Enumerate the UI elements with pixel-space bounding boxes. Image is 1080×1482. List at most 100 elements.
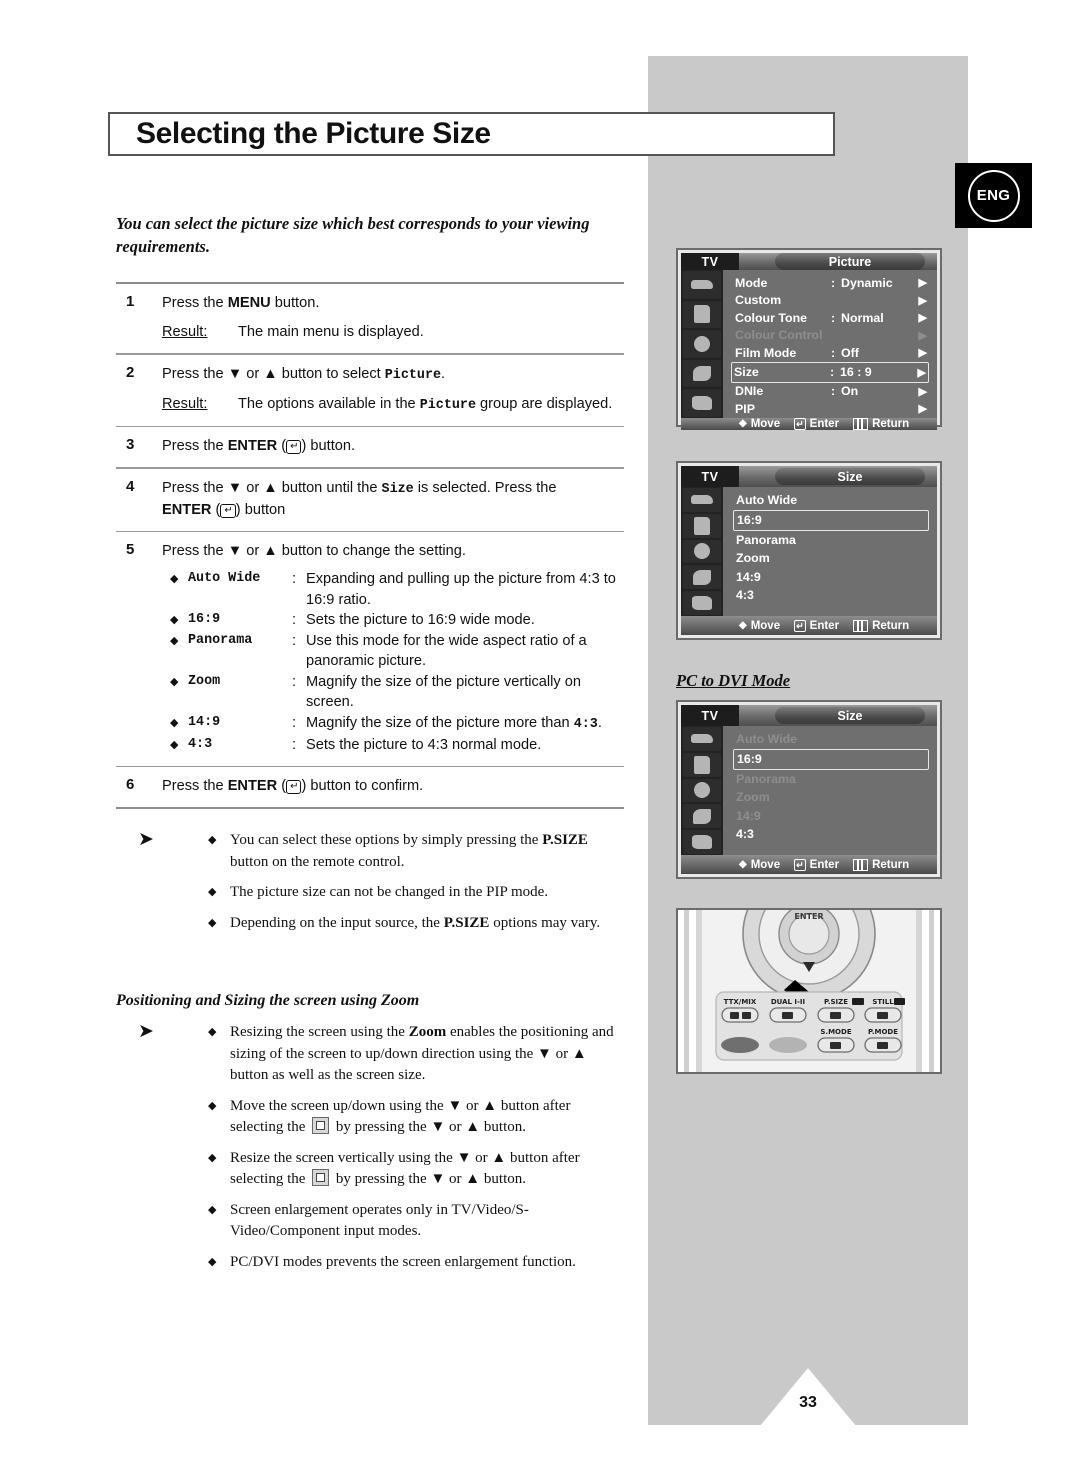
size-option-item: ◆ Zoom : Magnify the size of the picture… (162, 672, 624, 713)
size-option-desc: Sets the picture to 4:3 normal mode. (306, 737, 542, 754)
step-text-mono: Size (381, 481, 414, 497)
input-icon[interactable] (683, 727, 721, 751)
step-text-bold: MENU (227, 295, 271, 311)
osd-size-item-auto-wide[interactable]: Auto Wide (733, 491, 929, 510)
note-item: ➤ ◆ Resizing the screen using the Zoom e… (116, 1022, 626, 1087)
channel-icon[interactable] (683, 804, 721, 829)
size-option-name: 4:3 (188, 737, 213, 753)
step-number: 2 (126, 363, 135, 381)
osd-source-label: TV (681, 253, 739, 270)
osd-size-menu-pcdvi: TV Size Auto Wide 16:9 Panorama Zoom 14:… (676, 700, 942, 879)
setup-icon[interactable] (683, 389, 721, 417)
osd-size-item-16-9[interactable]: 16:9 (733, 748, 929, 770)
diamond-bullet-icon: ◆ (170, 739, 179, 752)
osd-row-colour-control: Colour Control ▶ (733, 327, 929, 345)
osd-row-label: Mode (735, 275, 768, 290)
updown-arrow-icon: ◆ (739, 418, 747, 429)
note-text-pre: You can select these options by simply p… (230, 832, 543, 848)
osd-source-label: TV (681, 466, 739, 487)
osd-title: Size (775, 468, 925, 485)
step-instruction: Press the MENU button. (162, 293, 624, 314)
step-text-mid: is selected. Press the (413, 479, 557, 496)
sound-icon[interactable] (683, 330, 721, 358)
osd-size-item-16-9[interactable]: 16:9 (733, 509, 929, 531)
channel-icon[interactable] (683, 565, 721, 590)
channel-icon[interactable] (683, 359, 721, 387)
setup-icon[interactable] (683, 591, 721, 615)
osd-footer-enter: ↵ Enter (794, 417, 839, 430)
steps-table: 1 Press the MENU button. Result: The mai… (116, 282, 624, 810)
step-body: Press the MENU button. Result: The main … (162, 293, 624, 343)
size-option-item: ◆ Auto Wide : Expanding and pulling up t… (162, 569, 624, 610)
menu-key-icon (853, 858, 869, 871)
size-option-desc: Use this mode for the wide aspect ratio … (306, 632, 587, 670)
language-badge-label: ENG (967, 169, 1020, 222)
osd-size-item-14-9: 14:9 (736, 808, 761, 823)
osd-size-item-zoom[interactable]: Zoom (733, 549, 929, 568)
osd-picture-menu: TV Picture Mode : Dynamic ▶ Custom ▶ Col… (676, 248, 942, 430)
osd-titlebar: TV Size (681, 466, 937, 487)
osd-row-pip[interactable]: PIP ▶ (733, 400, 929, 418)
osd-row-label: Size (734, 365, 759, 379)
picture-icon[interactable] (683, 300, 721, 328)
size-option-name: Panorama (188, 632, 253, 648)
chevron-right-icon: ▶ (918, 294, 927, 307)
osd-title: Size (775, 707, 925, 724)
step-text-pre: Press the (162, 438, 228, 455)
setup-icon[interactable] (683, 830, 721, 854)
osd-row-value: On (841, 384, 859, 399)
picture-icon[interactable] (683, 752, 721, 777)
step-instruction: Press the ▼ or ▲ button to change the se… (162, 543, 466, 560)
osd-size-item-4-3[interactable]: 4:3 (733, 825, 929, 844)
diamond-bullet-icon: ◆ (208, 1255, 217, 1268)
osd-row-mode[interactable]: Mode : Dynamic ▶ (733, 274, 929, 292)
chevron-right-icon: ▶ (918, 385, 927, 398)
input-icon[interactable] (683, 271, 721, 299)
diamond-bullet-icon: ◆ (170, 634, 179, 647)
osd-footer-enter-label: Enter (809, 858, 840, 871)
osd-size-item-panorama: Panorama (736, 771, 796, 786)
osd-row-size[interactable]: Size : 16 : 9 ▶ (731, 361, 929, 383)
updown-arrow-icon: ◆ (739, 859, 747, 870)
chevron-right-icon: ▶ (918, 277, 927, 290)
osd-size-item-14-9[interactable]: 14:9 (733, 568, 929, 587)
ratio-mono: 4:3 (573, 716, 598, 732)
note-text-bold: P.SIZE (542, 832, 588, 848)
colon: : (292, 714, 297, 731)
note-text-bold: P.SIZE (443, 914, 490, 931)
diamond-bullet-icon: ◆ (170, 573, 179, 586)
osd-row-custom[interactable]: Custom ▶ (733, 292, 929, 310)
menu-key-icon (853, 619, 869, 632)
osd-footer-return: Return (853, 858, 909, 871)
picture-icon[interactable] (683, 513, 721, 538)
diamond-bullet-icon: ◆ (170, 614, 179, 627)
size-option-name: Zoom (188, 673, 221, 689)
step-text-post: button. (270, 295, 320, 311)
size-option-name: 16:9 (188, 612, 221, 628)
size-option-desc: Magnify the size of the picture vertical… (306, 673, 581, 711)
note-text-post: options may vary. (489, 914, 601, 931)
sound-icon[interactable] (683, 539, 721, 564)
osd-footer-return-label: Return (872, 619, 910, 632)
remote-control-illustration: ENTER TTX/MIX DUAL I-II P.SIZE STILL S.M… (676, 908, 942, 1074)
osd-size-item-panorama[interactable]: Panorama (733, 531, 929, 550)
enter-key-icon: ↵ (794, 417, 806, 430)
osd-row-value: Off (841, 345, 859, 360)
size-option-desc: Sets the picture to 16:9 wide mode. (306, 612, 535, 629)
step-row: 3 Press the ENTER (↵) button. (116, 427, 624, 467)
result-label: Result: (162, 324, 208, 340)
osd-row-colour-tone[interactable]: Colour Tone : Normal ▶ (733, 309, 929, 327)
osd-row-label: Film Mode (735, 345, 797, 360)
svg-text:S.MODE: S.MODE (820, 1028, 851, 1036)
step-instruction: Press the ENTER (↵) button to confirm. (162, 778, 424, 795)
osd-row-film-mode[interactable]: Film Mode : Off ▶ (733, 344, 929, 362)
input-icon[interactable] (683, 488, 721, 512)
note-arrow-spacer (116, 913, 208, 935)
osd-footer-return: Return (853, 417, 909, 430)
osd-size-item-4-3[interactable]: 4:3 (733, 586, 929, 605)
step-text-bold: ENTER (227, 438, 278, 455)
osd-row-dnie[interactable]: DNIe : On ▶ (733, 383, 929, 401)
step-instruction: Press the ENTER (↵) button. (162, 438, 356, 455)
sound-icon[interactable] (683, 778, 721, 803)
result-text: The main menu is displayed. (238, 324, 424, 340)
